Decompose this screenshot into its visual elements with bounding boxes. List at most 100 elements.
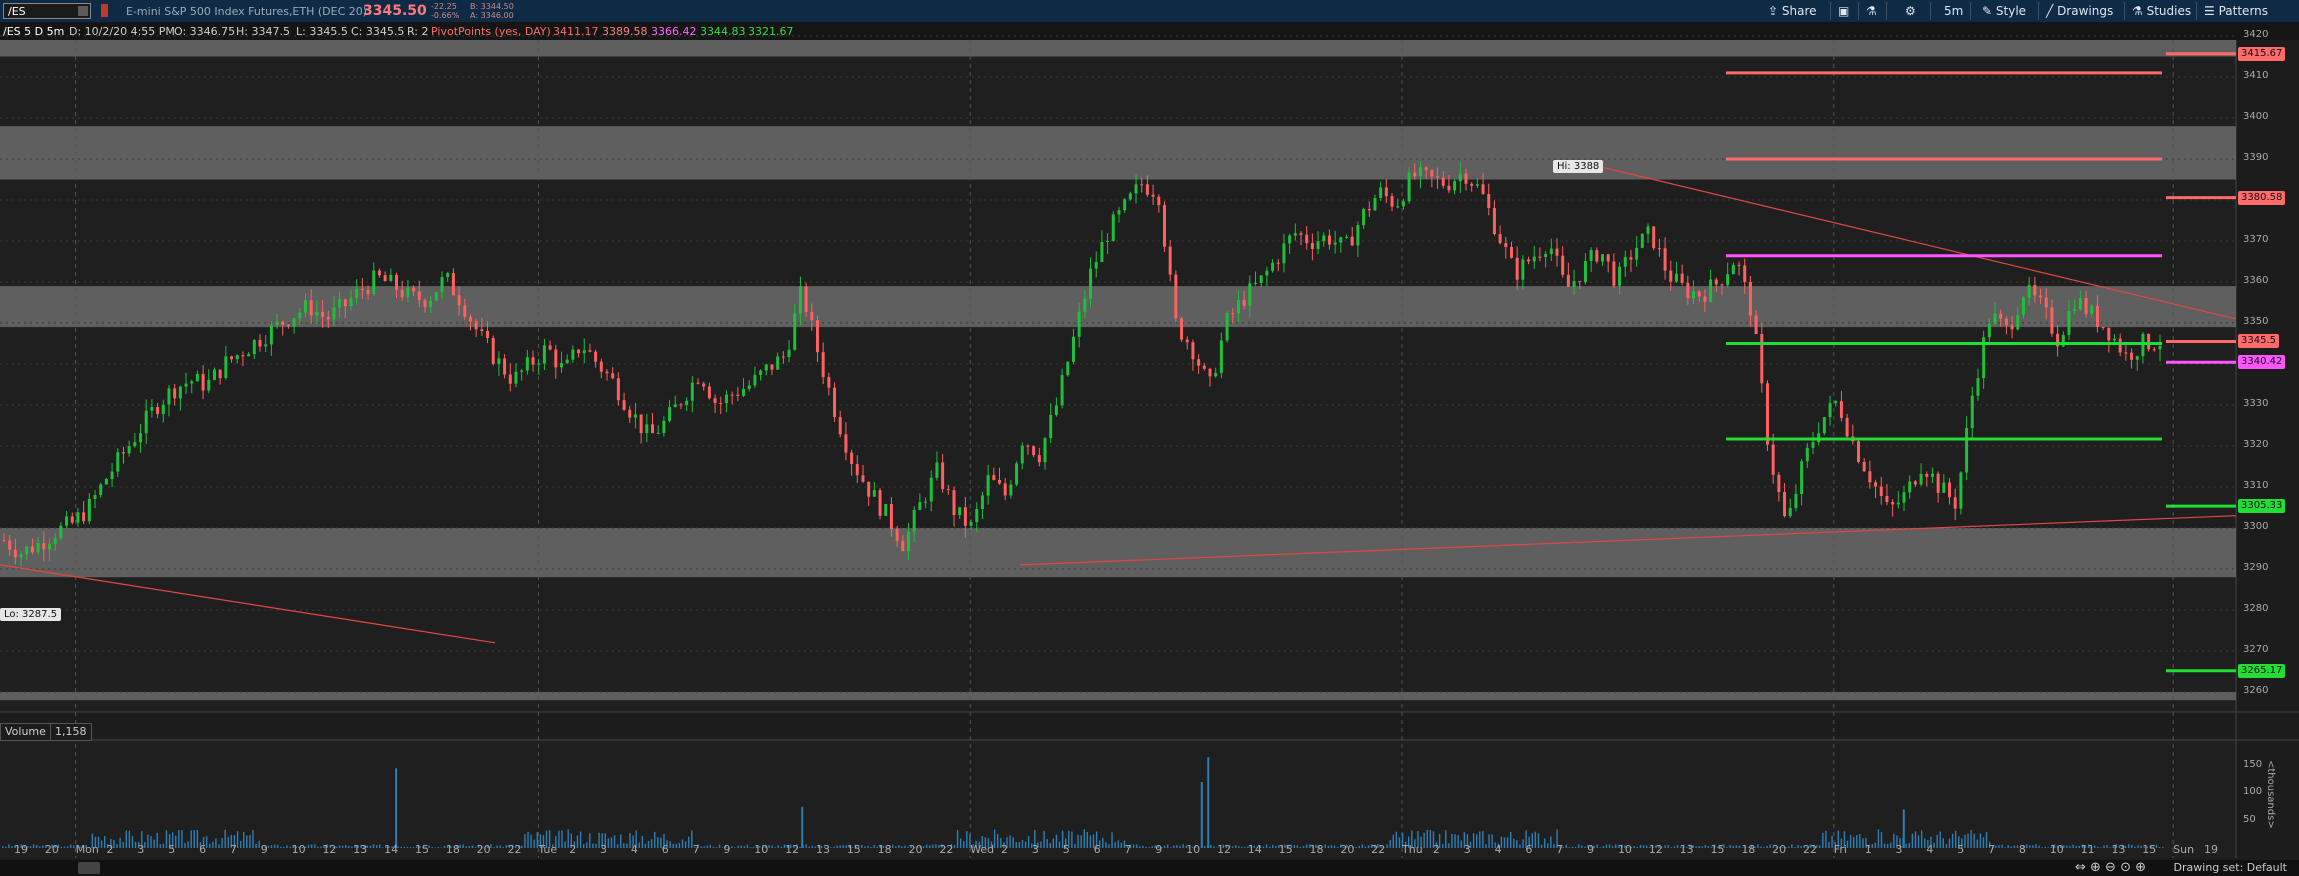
volume-bar (1426, 829, 1428, 848)
candle (992, 475, 996, 480)
candle (1333, 242, 1337, 245)
price-chart[interactable] (0, 0, 2299, 860)
y-tick-label: 3400 (2243, 111, 2269, 122)
volume-bar (650, 839, 653, 848)
candle (781, 356, 785, 358)
volume-bar (165, 830, 168, 848)
x-tick-label: 13 (1679, 843, 1694, 856)
volume-bar (307, 844, 310, 848)
candle (70, 516, 74, 523)
volume-bar (1327, 845, 1330, 848)
volume-bar (1043, 830, 1045, 848)
candle (736, 394, 740, 396)
candle (389, 274, 393, 282)
candle (1117, 210, 1121, 215)
volume-bar (1886, 844, 1889, 848)
x-tick-label: 22 (507, 843, 522, 856)
candle (269, 325, 273, 345)
volume-bar (684, 841, 687, 848)
volume-bar (2103, 845, 2105, 848)
x-tick-label: Thu (1402, 843, 1423, 856)
x-tick-label: 5 (168, 843, 176, 856)
candle (895, 529, 899, 542)
candle (1606, 254, 1610, 262)
volume-bar (873, 844, 875, 848)
candle (2021, 297, 2025, 316)
candle (1948, 482, 1952, 498)
volume-bar (1460, 840, 1462, 848)
drawing-set[interactable]: Drawing set: Default (2174, 861, 2287, 874)
volume-bar (1145, 846, 1147, 848)
volume-bar (1055, 834, 1058, 848)
volume-bar (187, 841, 189, 848)
x-tick-label: 7 (1988, 843, 1996, 856)
candle (1760, 333, 1764, 384)
candle (1350, 236, 1354, 246)
candle (753, 374, 757, 386)
candle (1754, 315, 1758, 334)
candle (1498, 234, 1502, 244)
candle (2027, 285, 2031, 298)
candle (1748, 281, 1752, 316)
volume-bar (2035, 844, 2037, 848)
candle (93, 495, 97, 499)
candle (1896, 502, 1900, 505)
volume-bar (1117, 840, 1119, 848)
volume-bar (134, 841, 137, 848)
volume-bar (1040, 841, 1042, 848)
volume-bar (1442, 844, 1444, 848)
volume-bar (1939, 831, 1941, 848)
volume-bar (1862, 838, 1864, 848)
volume-bar (348, 845, 350, 848)
volume-bar (1451, 833, 1453, 848)
volume-bar (440, 847, 443, 848)
volume-bar (1738, 845, 1741, 848)
candle (36, 543, 40, 553)
candle (1151, 194, 1155, 197)
candle (804, 286, 808, 313)
volume-bar (1828, 841, 1830, 848)
volume-bar (1920, 830, 1923, 848)
volume-label[interactable]: Volume (0, 723, 51, 741)
candle (1447, 185, 1451, 191)
scroll-handle[interactable] (78, 862, 100, 874)
volume-bar (777, 845, 780, 848)
volume-bar (2069, 845, 2071, 848)
price-marker: 3415.67 (2238, 46, 2286, 61)
volume-bar (11, 846, 13, 848)
volume-bar (1052, 838, 1055, 848)
candle (116, 452, 120, 472)
volume-bar (283, 847, 285, 848)
volume-bar (638, 842, 640, 848)
volume-bar (1241, 846, 1243, 848)
candle (1236, 300, 1240, 314)
price-marker: 3265.17 (2238, 663, 2286, 678)
volume-bar (1874, 842, 1877, 848)
volume-bar (678, 842, 681, 848)
volume-bar (431, 847, 433, 848)
volume-bar (1358, 845, 1360, 848)
volume-bar (1849, 834, 1852, 848)
volume-bar (1200, 782, 1203, 848)
candle (1669, 270, 1673, 282)
volume-bar (1701, 846, 1703, 848)
candle (1316, 241, 1320, 249)
volume-bar (1457, 835, 1459, 848)
candle (503, 358, 507, 375)
volume-bar (1611, 846, 1614, 848)
volume-bar (746, 844, 749, 848)
x-tick-label: 7 (229, 843, 237, 856)
x-tick-label: 13 (815, 843, 830, 856)
candle (1828, 403, 1832, 418)
zoom-controls[interactable]: ⇔ ⊕ ⊖ ⊙ ⊕ (2075, 860, 2146, 875)
candle (1288, 235, 1292, 244)
volume-bar (1945, 844, 1948, 848)
candle (1919, 474, 1923, 485)
x-tick-label: 9 (1587, 843, 1595, 856)
volume-bar (184, 842, 186, 848)
price-marker: 3380.58 (2238, 190, 2286, 205)
candle (935, 462, 939, 478)
candle (167, 388, 171, 405)
volume-bar (1272, 844, 1274, 848)
candle (594, 351, 598, 362)
